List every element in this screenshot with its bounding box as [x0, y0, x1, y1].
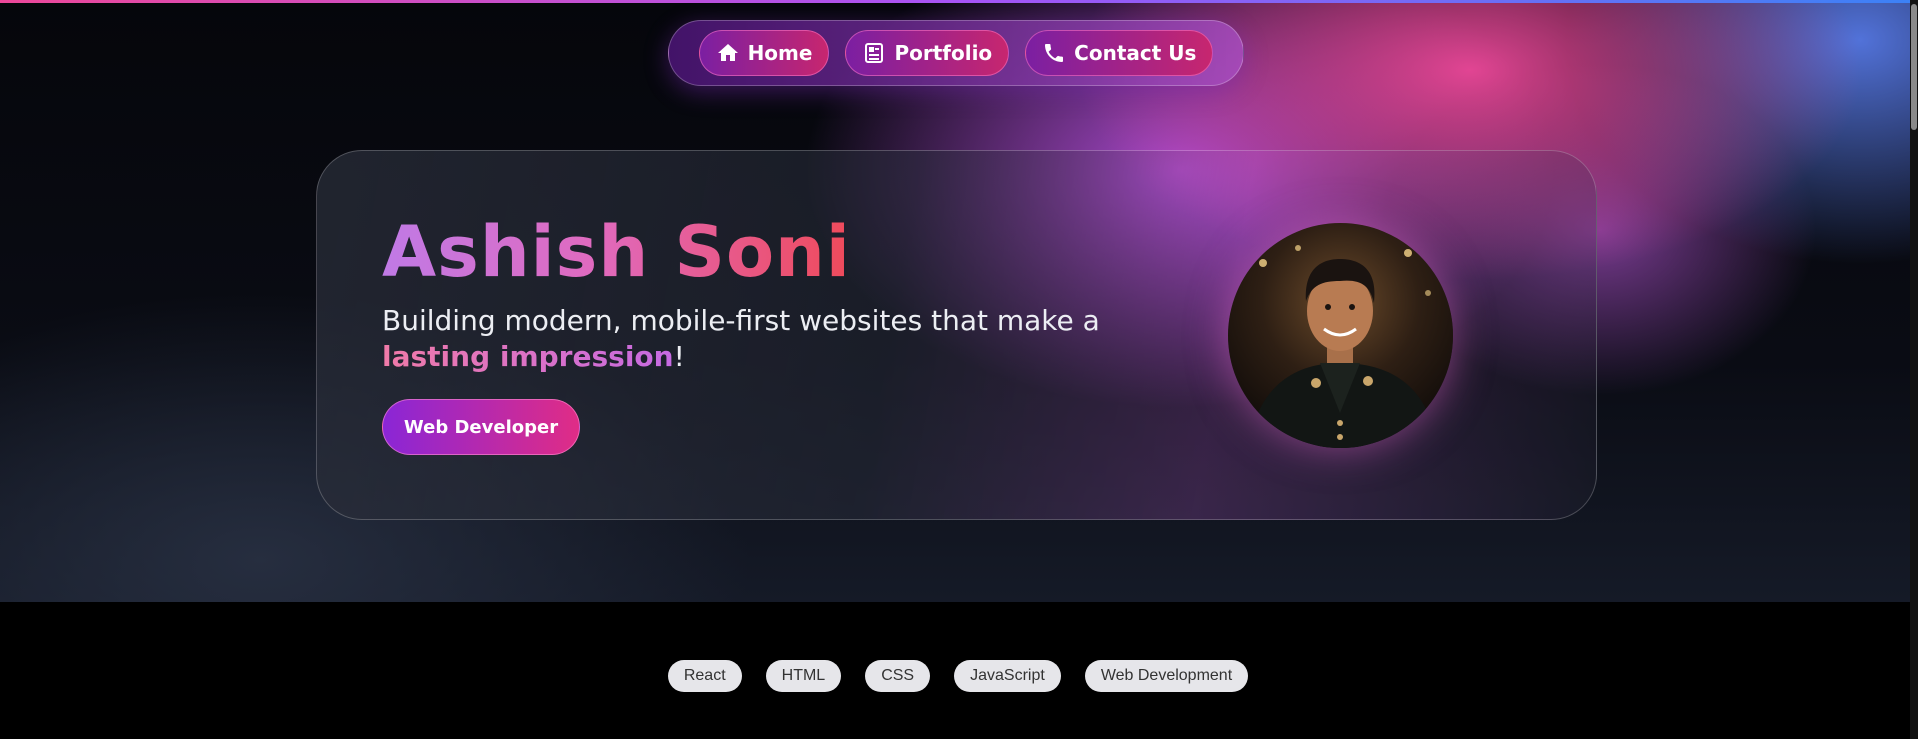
nav-portfolio-button[interactable]: Portfolio [845, 30, 1010, 76]
home-icon [716, 41, 740, 65]
hero-section: Home Portfolio Contact Us Ashish Soni Bu… [0, 0, 1918, 602]
tech-tags: React HTML CSS JavaScript Web Developmen… [0, 660, 1910, 692]
tagline-suffix: ! [673, 340, 685, 373]
nav-portfolio-label: Portfolio [894, 41, 993, 65]
tag-web-development: Web Development [1084, 660, 1249, 692]
nav-contact-button[interactable]: Contact Us [1025, 30, 1214, 76]
page-scrollbar[interactable] [1910, 0, 1918, 739]
tag-react: React [667, 660, 742, 692]
nav-home-button[interactable]: Home [698, 30, 830, 76]
phone-icon [1042, 41, 1066, 65]
web-developer-button[interactable]: Web Developer [382, 399, 580, 455]
tagline-prefix: Building modern, mobile-first websites t… [382, 304, 1100, 337]
intro-card: Ashish Soni Building modern, mobile-firs… [316, 150, 1597, 520]
tag-javascript: JavaScript [954, 660, 1061, 692]
hero-name: Ashish Soni [382, 211, 851, 293]
nav-home-label: Home [747, 41, 813, 65]
tag-html: HTML [765, 660, 842, 692]
hero-tagline: Building modern, mobile-first websites t… [382, 303, 1142, 375]
scrollbar-thumb[interactable] [1911, 4, 1917, 130]
avatar [1228, 223, 1453, 448]
newspaper-icon [862, 41, 886, 65]
main-nav: Home Portfolio Contact Us [668, 20, 1244, 86]
tagline-highlight: lasting impression [382, 340, 674, 373]
tag-css: CSS [865, 660, 931, 692]
top-accent-line [0, 0, 1918, 3]
nav-contact-label: Contact Us [1074, 41, 1197, 65]
